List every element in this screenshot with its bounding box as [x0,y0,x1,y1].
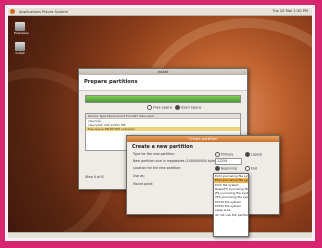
radio-icon[interactable] [174,105,180,110]
window-title: Install [157,70,169,74]
type-primary-option[interactable]: Primary [215,152,233,157]
dialog-heading: Create a new partition [132,145,193,150]
desktop-icon-examples[interactable]: Examples [14,22,29,35]
mount-point-label: Mount point: [133,182,154,186]
size-label: New partition size in megabytes (1000000… [133,159,220,163]
desktop-icon-install[interactable]: Install [14,42,26,55]
window-controls[interactable] [235,70,245,74]
panel-clock[interactable]: Tue 20 Mar 1:30 PM [273,9,308,13]
type-label: Type for the new partition: [133,152,176,156]
type-logical-option[interactable]: Logical [245,152,262,157]
radio-icon [215,166,220,171]
dialog-titlebar[interactable]: Create partition [127,136,279,142]
location-label: Location for the new partition: [133,166,182,170]
legend-free: Free space [153,105,173,110]
option-label: Logical [251,152,263,157]
step-indicator: Step 4 of 8 [85,175,104,179]
size-input[interactable]: 11254 [215,158,242,165]
radio-icon [245,152,250,157]
desktop-icon-label: Examples [14,31,29,35]
space-legend: Free space Used space [147,105,247,110]
partition-bar-fill [86,96,240,102]
option-label: Beginning [221,166,238,171]
legend-used: Used space [180,105,202,110]
radio-icon[interactable] [147,105,152,110]
dialog-window-title: Create partition [188,137,218,141]
dropdown-option[interactable]: do not use the partition [214,213,248,217]
folder-icon [15,22,25,31]
table-row[interactable]: free space SELECTED unknown [86,127,240,131]
option-label: End [251,166,258,171]
use-as-dropdown[interactable]: Ext4 journaling file system Ext3 journal… [213,173,249,237]
dropdown-option-selected[interactable]: Ext3 journaling file system [214,178,248,183]
top-panel: Applications Places System Tue 20 Mar 1:… [8,8,312,16]
radio-icon [215,152,220,157]
install-icon [15,42,25,51]
bottom-panel [8,232,312,238]
partition-bar [85,95,241,103]
ubuntu-logo-icon[interactable] [10,9,15,14]
panel-menus[interactable]: Applications Places System [19,10,68,14]
installer-titlebar[interactable]: Install [79,69,247,75]
location-end-option[interactable]: End [245,166,257,171]
option-label: Primary [221,152,234,157]
desktop-icon-label: Install [15,51,25,55]
create-partition-dialog: Create partition Create a new partition … [126,135,280,215]
radio-icon [245,166,250,171]
installer-heading: Prepare partitions [79,75,247,91]
page-title: Prepare partitions [84,79,138,85]
location-beginning-option[interactable]: Beginning [215,166,237,171]
use-as-label: Use as: [133,174,145,178]
